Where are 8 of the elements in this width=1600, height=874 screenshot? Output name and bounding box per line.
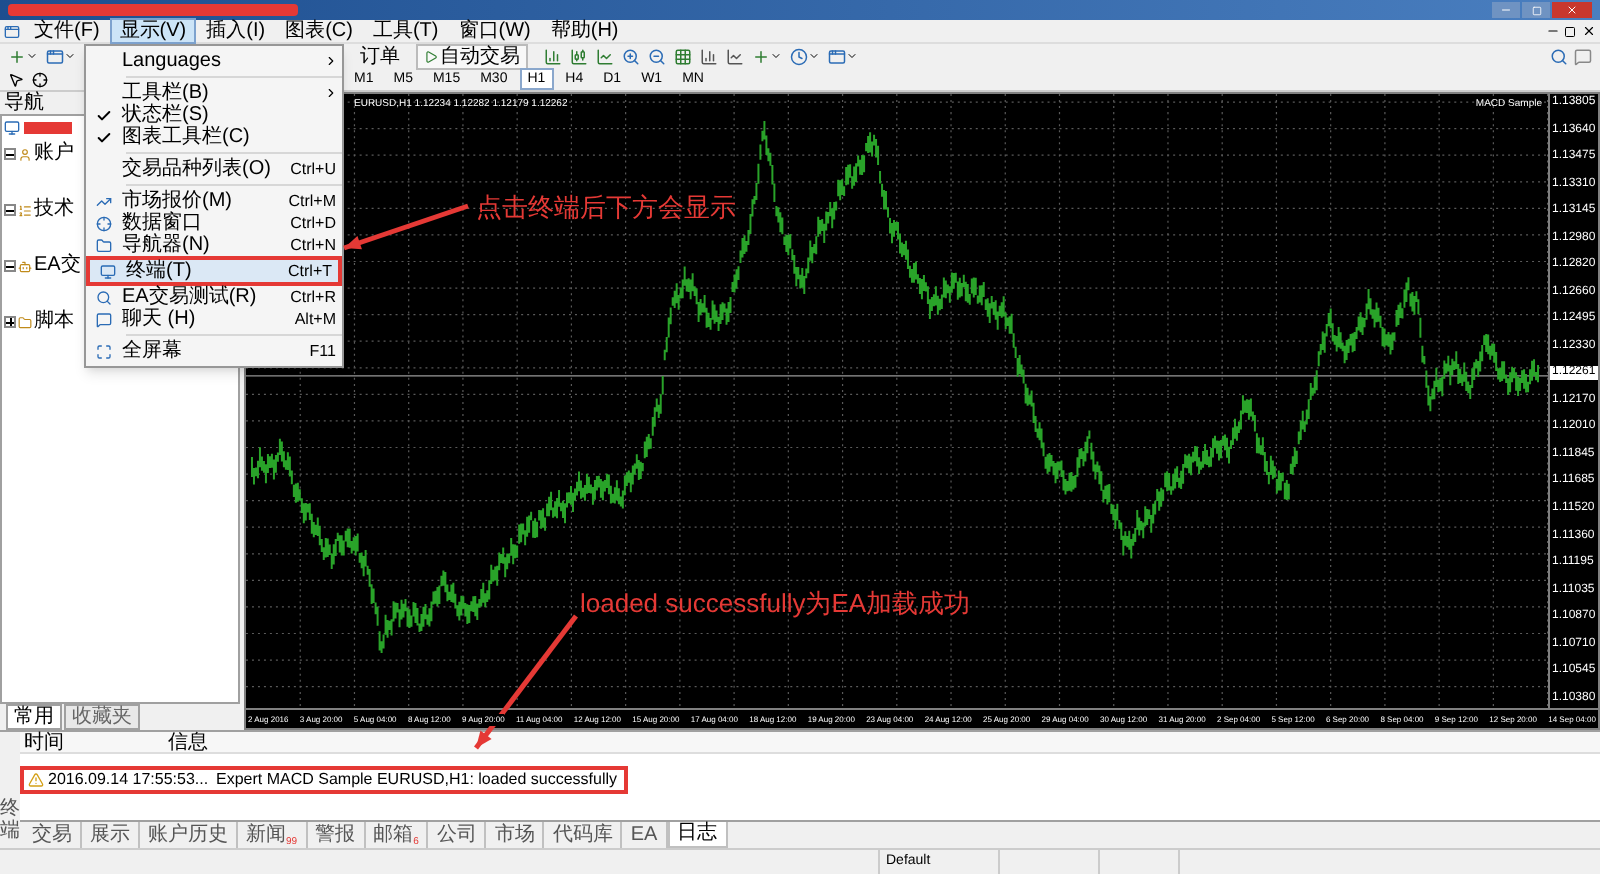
annotation-text: loaded successfully为EA加载成功 — [580, 586, 971, 622]
panel-title: 导航 — [2, 92, 46, 114]
annotation-text: 点击终端后下方会显示 — [476, 190, 736, 226]
panel-side-label: 终端 — [0, 798, 20, 842]
column-header: 时间 — [22, 732, 66, 752]
table-cell-text: Expert MACD Sample EURUSD,H1: loaded successfully — [216, 768, 620, 792]
table-cell-text: 2016.09.14 17:55:53... — [46, 768, 211, 792]
column-header: 信息 — [166, 732, 210, 752]
